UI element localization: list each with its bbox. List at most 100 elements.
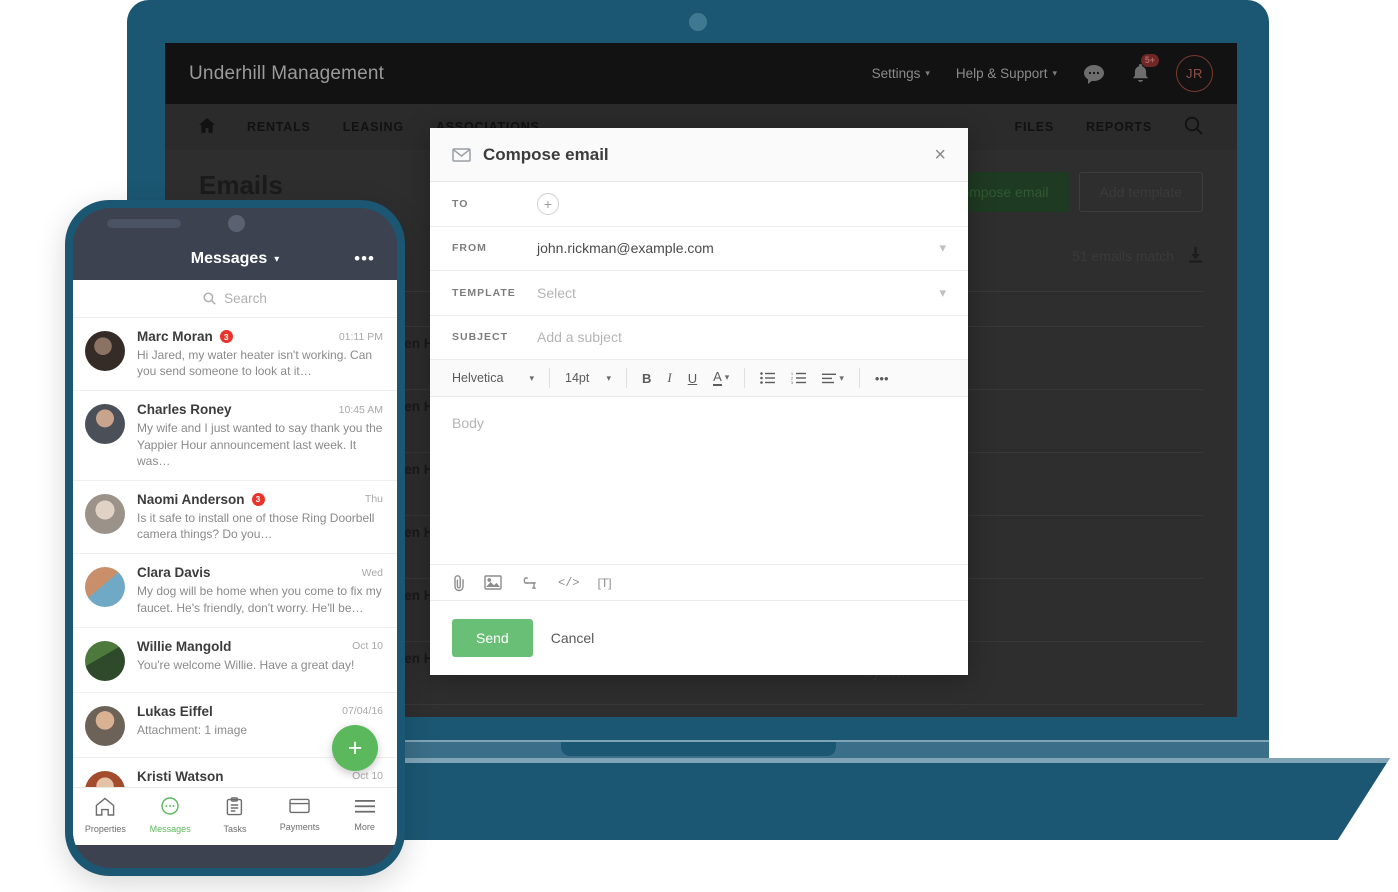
field-template-value: Select — [537, 284, 576, 301]
nav-item-rentals[interactable]: RENTALS — [247, 120, 311, 134]
nav-item-leasing[interactable]: LEASING — [343, 120, 404, 134]
close-icon[interactable]: × — [934, 145, 946, 165]
field-template[interactable]: TEMPLATE Select ▾ — [430, 271, 968, 316]
overflow-menu-icon[interactable]: ••• — [354, 249, 375, 269]
chevron-down-icon[interactable]: ▾ — [939, 240, 946, 256]
add-template-button[interactable]: Add template — [1078, 172, 1203, 212]
nav-item-files[interactable]: FILES — [1015, 120, 1054, 134]
tab-more[interactable]: More — [332, 799, 397, 835]
italic-icon[interactable]: I — [659, 370, 679, 386]
link-icon[interactable] — [520, 576, 540, 589]
list-item[interactable]: Naomi Anderson 3 Thu Is it safe to insta… — [73, 481, 397, 555]
chevron-down-icon: ▾ — [529, 372, 534, 383]
cancel-button[interactable]: Cancel — [551, 630, 595, 646]
field-subject-input[interactable]: Add a subject — [537, 329, 946, 345]
header-link-help[interactable]: Help & Support ▾ — [956, 66, 1057, 81]
font-family-value: Helvetica — [452, 371, 504, 385]
font-size-value: 14pt — [565, 371, 590, 385]
nav-item-reports[interactable]: REPORTS — [1086, 120, 1152, 134]
field-template-label: TEMPLATE — [452, 286, 516, 299]
nav-home-icon[interactable] — [199, 117, 215, 137]
tab-messages[interactable]: Messages — [138, 796, 203, 837]
field-to: TO + — [430, 182, 968, 227]
avatar[interactable]: JR — [1176, 55, 1213, 92]
download-icon[interactable] — [1188, 246, 1203, 266]
merge-field-icon[interactable]: [T] — [598, 576, 612, 590]
field-from-label: FROM — [452, 242, 487, 255]
list-item[interactable]: Clara Davis Wed My dog will be home when… — [73, 554, 397, 628]
image-icon[interactable] — [484, 575, 502, 590]
list-item[interactable]: Charles Roney 10:45 AM My wife and I jus… — [73, 391, 397, 481]
header-link-settings[interactable]: Settings ▾ — [872, 66, 930, 81]
timestamp: 10:45 AM — [338, 403, 383, 416]
svg-text:1: 1 — [791, 372, 793, 376]
message-preview: You're welcome Willie. Have a great day! — [137, 657, 355, 672]
notification-badge: 5+ — [1140, 54, 1159, 67]
chevron-down-icon[interactable]: ▾ — [274, 254, 279, 265]
avatar — [85, 404, 125, 445]
contact-name: Clara Davis — [137, 565, 211, 581]
modal-actions: Send Cancel — [430, 601, 968, 675]
bullet-list-icon[interactable] — [752, 372, 783, 384]
modal-header: Compose email × — [430, 128, 968, 182]
search-placeholder: Search — [224, 291, 267, 306]
app-header: Underhill Management Settings ▾ Help & S… — [165, 43, 1237, 104]
message-head: Willie Mangold Oct 10 — [137, 639, 383, 654]
text-color-icon[interactable]: A ▾ — [705, 369, 737, 387]
code-icon[interactable]: </> — [558, 576, 580, 590]
attachment-icon[interactable] — [452, 574, 466, 592]
message-preview: My wife and I just wanted to say thank y… — [137, 421, 383, 468]
phone-tabbar: Properties Messages Tasks Payments More — [73, 787, 397, 845]
message-head: Lukas Eiffel 07/04/16 — [137, 704, 383, 719]
avatar — [85, 567, 125, 608]
list-item[interactable]: Willie Mangold Oct 10 You're welcome Wil… — [73, 628, 397, 693]
align-icon[interactable]: ▾ — [814, 373, 852, 384]
add-recipient-icon[interactable]: + — [537, 192, 559, 215]
contact-name: Lukas Eiffel — [137, 703, 213, 719]
rich-text-toolbar: Helvetica ▾ 14pt ▾ B I U A ▾ 123 ▾ ••• — [430, 360, 968, 397]
chat-bubble-icon[interactable] — [1083, 64, 1105, 84]
chat-icon — [138, 796, 203, 816]
email-body-input[interactable]: Body — [430, 397, 968, 564]
message-head: Naomi Anderson 3 Thu — [137, 492, 383, 507]
hamburger-icon — [332, 799, 397, 814]
search-input[interactable]: Search — [73, 280, 397, 318]
chevron-down-icon: ▾ — [606, 372, 611, 383]
modal-title: Compose email — [483, 144, 609, 164]
send-button[interactable]: Send — [452, 619, 533, 657]
toolbar-divider — [626, 368, 627, 388]
tab-properties[interactable]: Properties — [73, 796, 138, 837]
result-summary: 51 emails match — [1072, 246, 1203, 266]
avatar — [85, 705, 125, 746]
notifications-bell-icon[interactable]: 5+ — [1131, 54, 1159, 84]
font-family-select[interactable]: Helvetica ▾ — [444, 371, 542, 385]
contact-name: Charles Roney — [137, 402, 232, 418]
list-item[interactable]: Marc Moran 3 01:11 PM Hi Jared, my water… — [73, 318, 397, 392]
more-options-icon[interactable]: ••• — [867, 371, 897, 386]
phone-screen: Messages ▾ ••• Search Marc Moran 3 01:11… — [73, 208, 397, 868]
tab-payments[interactable]: Payments — [267, 798, 332, 835]
new-message-fab[interactable]: + — [332, 725, 378, 771]
search-icon[interactable] — [1184, 116, 1203, 138]
field-from[interactable]: FROM john.rickman@example.com ▾ — [430, 227, 968, 271]
underline-icon[interactable]: U — [680, 371, 705, 386]
message-body: Clara Davis Wed My dog will be home when… — [137, 565, 383, 615]
field-subject[interactable]: SUBJECT Add a subject — [430, 316, 968, 360]
numbered-list-icon[interactable]: 123 — [783, 372, 814, 384]
message-body: Naomi Anderson 3 Thu Is it safe to insta… — [137, 492, 383, 542]
font-size-select[interactable]: 14pt ▾ — [557, 371, 619, 385]
contact-name: Kristi Watson — [137, 768, 224, 784]
message-head: Marc Moran 3 01:11 PM — [137, 329, 383, 344]
tab-tasks[interactable]: Tasks — [203, 796, 268, 837]
avatar — [85, 640, 125, 681]
chevron-down-icon[interactable]: ▾ — [939, 285, 946, 301]
bold-icon[interactable]: B — [634, 371, 659, 386]
avatar — [85, 331, 125, 371]
timestamp: Thu — [364, 493, 383, 506]
toolbar-divider — [858, 368, 860, 388]
messages-list-screen: Search Marc Moran 3 01:11 PM Hi Jared, m… — [73, 280, 397, 845]
phone-title[interactable]: Messages — [191, 250, 268, 268]
message-head: Clara Davis Wed — [137, 565, 383, 580]
timestamp: 07/04/16 — [342, 705, 383, 718]
laptop-camera-icon — [689, 13, 707, 31]
